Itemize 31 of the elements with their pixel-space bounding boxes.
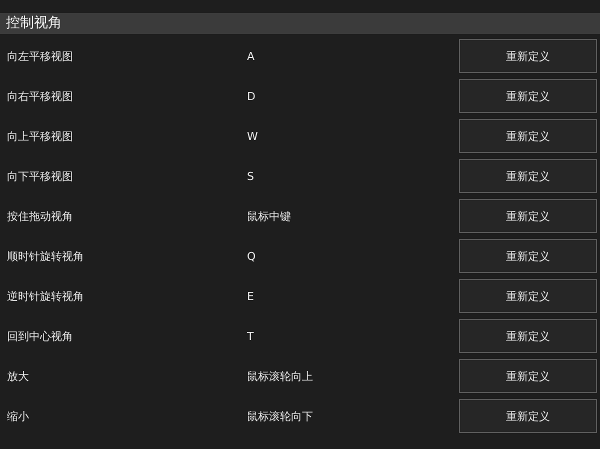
redefine-button[interactable]: 重新定义 (459, 399, 597, 433)
action-label: 向右平移视图 (7, 88, 74, 104)
action-label: 向下平移视图 (7, 168, 74, 184)
redefine-button[interactable]: 重新定义 (459, 79, 597, 113)
redefine-button[interactable]: 重新定义 (459, 159, 597, 193)
redefine-button[interactable]: 重新定义 (459, 39, 597, 73)
redefine-button[interactable]: 重新定义 (459, 319, 597, 353)
key-binding: 鼠标滚轮向下 (247, 408, 314, 424)
action-label: 逆时针旋转视角 (7, 288, 85, 304)
action-label: 按住拖动视角 (7, 208, 74, 224)
key-binding: T (247, 330, 255, 342)
action-label: 向左平移视图 (7, 48, 74, 64)
action-label: 缩小 (7, 408, 30, 424)
section-header: 控制视角 (0, 13, 600, 34)
key-binding: W (247, 130, 259, 142)
action-label: 顺时针旋转视角 (7, 248, 85, 264)
redefine-button[interactable]: 重新定义 (459, 119, 597, 153)
key-binding: 鼠标中键 (247, 208, 292, 224)
key-binding: S (247, 170, 255, 182)
redefine-button[interactable]: 重新定义 (459, 279, 597, 313)
redefine-button[interactable]: 重新定义 (459, 199, 597, 233)
action-label: 回到中心视角 (7, 328, 74, 344)
redefine-button[interactable]: 重新定义 (459, 239, 597, 273)
key-binding: A (247, 50, 256, 62)
key-binding: D (247, 90, 256, 102)
key-binding: Q (247, 250, 257, 262)
key-binding: 鼠标滚轮向上 (247, 368, 314, 384)
action-label: 放大 (7, 368, 30, 384)
action-label: 向上平移视图 (7, 128, 74, 144)
key-binding: E (247, 290, 255, 302)
redefine-button[interactable]: 重新定义 (459, 359, 597, 393)
